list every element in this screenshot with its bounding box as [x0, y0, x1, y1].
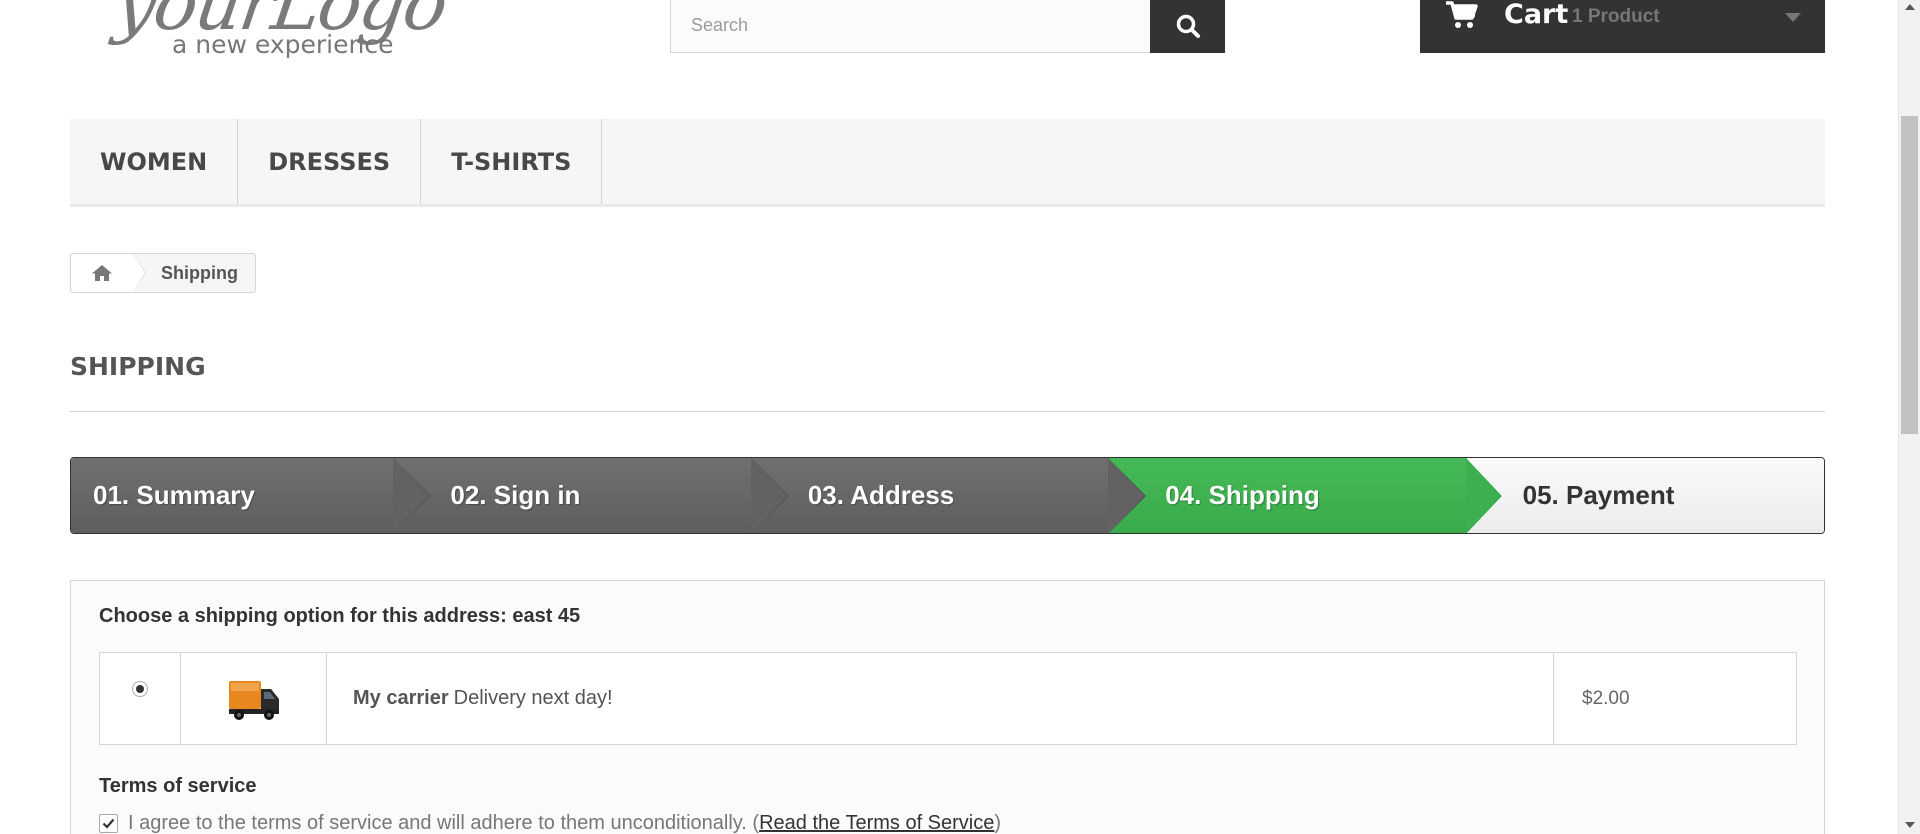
step-address[interactable]: 03. Address	[751, 458, 1147, 533]
checkmark-icon	[102, 818, 115, 829]
home-icon	[92, 265, 112, 281]
radio-selected-dot	[136, 685, 144, 693]
carrier-radio[interactable]	[132, 681, 148, 697]
terms-agreement: I agree to the terms of service and will…	[99, 812, 1001, 834]
site-logo[interactable]: yourLogo a new experience	[110, 0, 536, 70]
step-label: 01. Summary	[93, 480, 255, 510]
terms-text-close: )	[994, 812, 1002, 834]
caret-down-icon	[1785, 13, 1801, 22]
cart-count: 1 Product	[1572, 6, 1660, 27]
cart-button[interactable]: Cart 1 Product	[1420, 0, 1825, 53]
checkout-steps: 01. Summary 02. Sign in 03. Address 04. …	[70, 457, 1825, 534]
menu-item-women[interactable]: WOMEN	[70, 119, 239, 204]
step-summary[interactable]: 01. Summary	[71, 458, 432, 533]
top-menu: WOMEN DRESSES T-SHIRTS	[70, 119, 1825, 207]
terms-text: I agree to the terms of service and will…	[128, 812, 760, 834]
step-payment: 05. Payment	[1466, 458, 1824, 533]
carrier-price: $2.00	[1582, 687, 1630, 709]
carrier-radio-cell	[100, 653, 181, 744]
step-sign-in[interactable]: 02. Sign in	[394, 458, 789, 533]
breadcrumb-home[interactable]	[71, 254, 146, 292]
step-label: 04. Shipping	[1165, 480, 1320, 510]
step-arrow-fill	[393, 458, 430, 533]
search-input[interactable]	[670, 0, 1152, 53]
breadcrumb-current: Shipping	[161, 262, 238, 283]
search-button[interactable]	[1150, 0, 1225, 53]
scroll-up-icon[interactable]	[1905, 4, 1915, 10]
page-scrollbar[interactable]	[1898, 0, 1920, 834]
carrier-description: My carrier Delivery next day!	[327, 653, 1554, 744]
step-label: 02. Sign in	[450, 480, 581, 510]
logo-tagline: a new experience	[172, 30, 394, 59]
breadcrumb: Shipping	[70, 253, 256, 293]
scrollbar-thumb[interactable]	[1901, 116, 1918, 434]
terms-title: Terms of service	[99, 775, 257, 797]
truck-icon	[228, 680, 279, 720]
search-icon	[1176, 14, 1200, 38]
search-form	[670, 0, 1225, 53]
terms-checkbox[interactable]	[99, 814, 118, 833]
step-arrow-fill	[750, 458, 787, 533]
menu-item-dresses[interactable]: DRESSES	[238, 119, 422, 204]
menu-item-tshirts[interactable]: T-SHIRTS	[421, 119, 603, 204]
step-arrow-fill	[1465, 458, 1502, 533]
step-label: 05. Payment	[1522, 480, 1675, 510]
shopping-cart-icon	[1446, 1, 1478, 28]
carrier-row[interactable]: My carrier Delivery next day! $2.00	[99, 652, 1797, 745]
carrier-logo-cell	[181, 653, 327, 744]
carrier-name: My carrier	[353, 687, 449, 709]
step-shipping: 04. Shipping	[1109, 458, 1504, 533]
shipping-option-title: Choose a shipping option for this addres…	[99, 605, 581, 627]
scroll-down-icon[interactable]	[1905, 822, 1915, 828]
carrier-delay: Delivery next day!	[453, 687, 613, 709]
page-title: SHIPPING	[70, 352, 1825, 412]
terms-link[interactable]: Read the Terms of Service	[759, 812, 994, 834]
shipping-options-box: Choose a shipping option for this addres…	[70, 580, 1825, 834]
cart-label: Cart	[1504, 0, 1569, 30]
step-arrow-fill	[1108, 458, 1145, 533]
step-label: 03. Address	[807, 480, 955, 510]
